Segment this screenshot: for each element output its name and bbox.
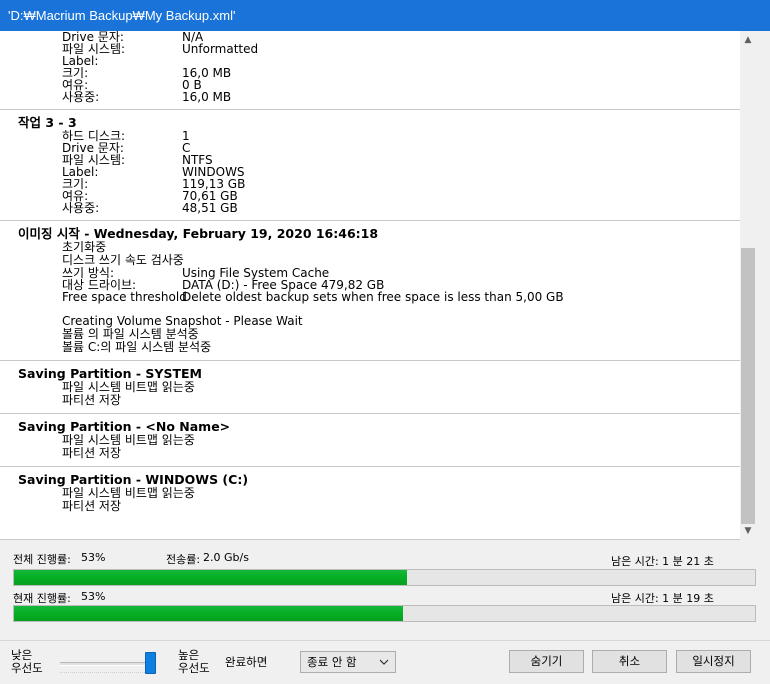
kv-row: 사용중: 16,0 MB bbox=[0, 91, 740, 103]
chevron-down-icon bbox=[379, 652, 389, 680]
section-title: Saving Partition - WINDOWS (C:) bbox=[18, 472, 249, 487]
kv-row: 크기: 119,13 GB bbox=[0, 178, 740, 190]
overall-remaining-time: 남은 시간: 1 분 21 초 bbox=[611, 555, 714, 568]
window-title: 'D:₩Macrium Backup₩My Backup.xml' bbox=[0, 0, 770, 31]
current-progress-label: 현재 진행률: bbox=[13, 592, 71, 605]
hide-button[interactable]: 숨기기 bbox=[509, 650, 584, 673]
kv-row: 사용중: 48,51 GB bbox=[0, 202, 740, 214]
log-section-saving-windows: Saving Partition - WINDOWS (C:) 파일 시스템 비… bbox=[0, 467, 740, 519]
scroll-thumb[interactable] bbox=[741, 248, 755, 524]
log-panel: 하드 디스크:1 Drive 문자:N/A 파일 시스템:Unformatted… bbox=[0, 31, 756, 540]
priority-slider-thumb[interactable] bbox=[145, 652, 156, 674]
current-remaining-time: 남은 시간: 1 분 19 초 bbox=[611, 592, 714, 605]
kv-key: 사용중: bbox=[62, 201, 100, 215]
kv-row: 크기: 16,0 MB bbox=[0, 67, 740, 79]
log-section-partial: 하드 디스크:1 Drive 문자:N/A 파일 시스템:Unformatted… bbox=[0, 31, 740, 110]
log-line: 볼륨 C:의 파일 시스템 분석중 bbox=[62, 340, 212, 354]
kv-row: Free space threshold Delete oldest backup… bbox=[0, 291, 740, 303]
overall-progress-bar bbox=[13, 569, 756, 586]
log-line: 파티션 저장 bbox=[62, 446, 122, 460]
high-priority-label-line2: 우선도 bbox=[178, 661, 210, 675]
low-priority-label-line1: 낮은 bbox=[11, 648, 33, 662]
kv-value: Delete oldest backup sets when free spac… bbox=[182, 290, 564, 304]
current-progress-value: 53% bbox=[81, 590, 106, 603]
on-complete-label: 완료하면 bbox=[225, 655, 268, 669]
current-progress-fill bbox=[14, 606, 404, 621]
kv-key: Free space threshold bbox=[62, 290, 187, 304]
cancel-button[interactable]: 취소 bbox=[592, 650, 667, 673]
scroll-down-icon[interactable]: ▼ bbox=[740, 523, 756, 539]
section-title: Saving Partition - <No Name> bbox=[18, 419, 231, 434]
overall-progress-value: 53% bbox=[81, 551, 106, 564]
on-complete-value: 종료 안 함 bbox=[307, 655, 357, 669]
priority-slider-ticks bbox=[60, 672, 155, 676]
kv-key: 사용중: bbox=[62, 90, 100, 104]
section-title: 작업 3 - 3 bbox=[18, 115, 77, 130]
section-title: Saving Partition - SYSTEM bbox=[18, 366, 202, 381]
divider bbox=[0, 640, 770, 641]
log-content: 하드 디스크:1 Drive 문자:N/A 파일 시스템:Unformatted… bbox=[0, 31, 740, 519]
log-line: 파티션 저장 bbox=[62, 499, 122, 513]
log-section-task: 작업 3 - 3 하드 디스크: 1 Drive 문자: C 파일 시스템: NTFS… bbox=[0, 110, 740, 221]
high-priority-label-line1: 높은 bbox=[178, 648, 200, 662]
priority-slider-track[interactable] bbox=[60, 662, 155, 666]
kv-row: Label: WINDOWS bbox=[0, 166, 740, 178]
current-progress-bar bbox=[13, 605, 756, 622]
transfer-rate-value: 2.0 Gb/s bbox=[203, 551, 249, 564]
transfer-rate-label: 전송률: bbox=[166, 553, 201, 566]
kv-value: 16,0 MB bbox=[182, 90, 232, 104]
log-section-saving-noname: Saving Partition - <No Name> 파일 시스템 비트맵 … bbox=[0, 414, 740, 467]
kv-value: 48,51 GB bbox=[182, 201, 238, 215]
pause-button[interactable]: 일시정지 bbox=[676, 650, 751, 673]
kv-row: 여유: 0 B bbox=[0, 79, 740, 91]
log-scrollbar[interactable]: ▲ ▼ bbox=[740, 31, 756, 540]
log-section-saving-system: Saving Partition - SYSTEM 파일 시스템 비트맵 읽는중… bbox=[0, 361, 740, 414]
log-section-image-start: 이미징 시작 - Wednesday, February 19, 2020 16… bbox=[0, 221, 740, 361]
overall-progress-label: 전체 진행률: bbox=[13, 553, 71, 566]
low-priority-label-line2: 우선도 bbox=[11, 661, 43, 675]
kv-row: 여유: 70,61 GB bbox=[0, 190, 740, 202]
kv-row: 파일 시스템: NTFS bbox=[0, 154, 740, 166]
kv-value: Unformatted bbox=[182, 42, 259, 56]
scroll-up-icon[interactable]: ▲ bbox=[740, 32, 756, 48]
on-complete-select[interactable]: 종료 안 함 bbox=[300, 651, 396, 673]
kv-row: 파일 시스템: Unformatted bbox=[0, 43, 740, 55]
overall-progress-fill bbox=[14, 570, 407, 585]
log-line: 파티션 저장 bbox=[62, 393, 122, 407]
section-title: 이미징 시작 - Wednesday, February 19, 2020 16… bbox=[18, 226, 379, 241]
kv-row: Label: bbox=[0, 55, 740, 67]
